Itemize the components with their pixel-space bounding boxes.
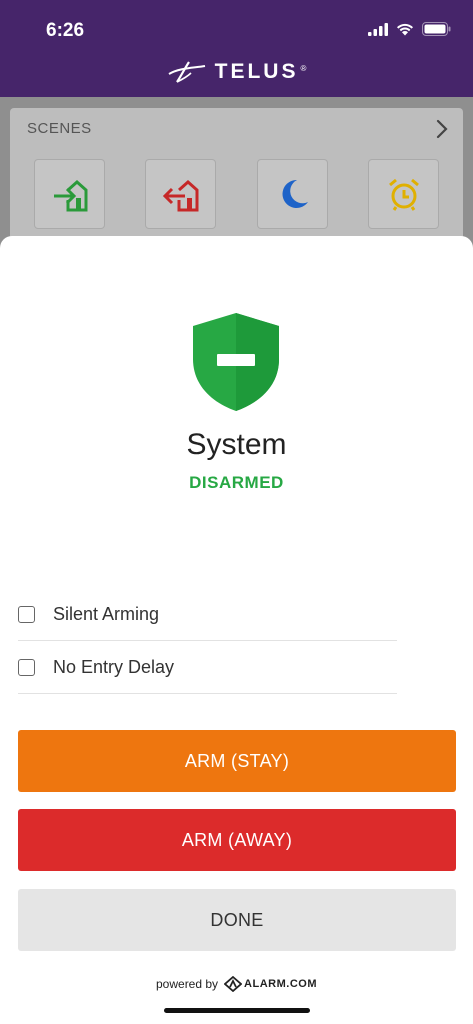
brand-logo: TELUS ® — [0, 60, 473, 84]
leave-home-icon — [162, 179, 198, 212]
telus-mark-icon — [168, 61, 205, 83]
powered-by-label: powered by — [156, 977, 219, 991]
no-entry-delay-option[interactable]: No Entry Delay — [18, 641, 397, 694]
chevron-right-icon[interactable] — [435, 118, 449, 140]
home-indicator[interactable] — [164, 1008, 310, 1013]
battery-icon — [422, 22, 451, 36]
silent-arming-checkbox[interactable] — [18, 605, 35, 623]
alarm-com-brand: ALARM.COM — [244, 978, 317, 990]
arm-away-button[interactable]: ARM (AWAY) — [18, 809, 456, 871]
alarm-com-mark-icon — [224, 976, 243, 992]
alarm-com-logo: ALARM.COM — [224, 976, 317, 992]
scenes-card: SCENES — [10, 108, 463, 248]
system-title: System — [186, 428, 287, 461]
status-icons — [368, 22, 451, 36]
no-entry-delay-label: No Entry Delay — [53, 656, 175, 677]
arrive-home-icon — [53, 179, 87, 212]
no-entry-delay-checkbox[interactable] — [18, 658, 35, 676]
moon-icon — [282, 179, 308, 208]
cellular-signal-icon — [368, 22, 388, 36]
shield-disarmed-icon — [193, 313, 279, 411]
arming-sheet: System DISARMED Silent Arming No Entry D… — [0, 236, 473, 1024]
alarm-clock-icon — [388, 178, 419, 211]
brand-registered-mark: ® — [300, 63, 307, 73]
silent-arming-label: Silent Arming — [53, 603, 160, 624]
scene-night-button[interactable] — [257, 159, 328, 229]
done-button[interactable]: DONE — [18, 889, 456, 951]
system-status-label: DISARMED — [189, 473, 284, 492]
silent-arming-option[interactable]: Silent Arming — [18, 588, 397, 641]
scene-leave-home-button[interactable] — [145, 159, 216, 229]
powered-by-footer: powered by ALARM.COM — [0, 976, 473, 992]
app-header: 6:26 TELUS ® — [0, 0, 473, 97]
scenes-title: SCENES — [27, 120, 92, 137]
status-time: 6:26 — [46, 20, 85, 41]
scene-wake-up-button[interactable] — [368, 159, 439, 229]
brand-name: TELUS — [214, 60, 299, 83]
wifi-icon — [397, 23, 413, 35]
scene-arrive-home-button[interactable] — [34, 159, 105, 229]
arm-stay-button[interactable]: ARM (STAY) — [18, 730, 456, 792]
